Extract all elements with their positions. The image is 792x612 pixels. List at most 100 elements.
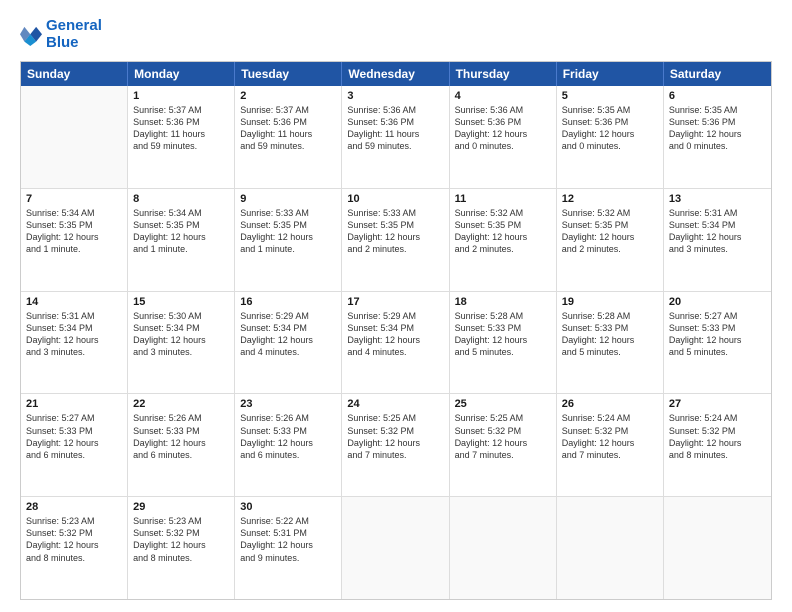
day-info: Sunrise: 5:37 AM Sunset: 5:36 PM Dayligh… <box>133 104 229 153</box>
day-info: Sunrise: 5:26 AM Sunset: 5:33 PM Dayligh… <box>133 412 229 461</box>
day-cell-2: 2 Sunrise: 5:37 AM Sunset: 5:36 PM Daylig… <box>235 86 342 188</box>
day-number: 6 <box>669 90 766 102</box>
day-number: 16 <box>240 296 336 308</box>
calendar-header: SundayMondayTuesdayWednesdayThursdayFrid… <box>21 62 771 86</box>
logo-text: General Blue <box>46 18 102 51</box>
week-row-3: 14 Sunrise: 5:31 AM Sunset: 5:34 PM Dayli… <box>21 292 771 395</box>
day-number: 7 <box>26 193 122 205</box>
day-number: 8 <box>133 193 229 205</box>
day-number: 4 <box>455 90 551 102</box>
day-number: 17 <box>347 296 443 308</box>
calendar-body: 1 Sunrise: 5:37 AM Sunset: 5:36 PM Daylig… <box>21 86 771 599</box>
day-info: Sunrise: 5:22 AM Sunset: 5:31 PM Dayligh… <box>240 515 336 564</box>
day-cell-empty <box>450 497 557 599</box>
day-cell-1: 1 Sunrise: 5:37 AM Sunset: 5:36 PM Daylig… <box>128 86 235 188</box>
page: General Blue SundayMondayTuesdayWednesda… <box>0 0 792 612</box>
day-number: 21 <box>26 398 122 410</box>
day-cell-empty <box>664 497 771 599</box>
day-cell-5: 5 Sunrise: 5:35 AM Sunset: 5:36 PM Daylig… <box>557 86 664 188</box>
day-cell-25: 25Sunrise: 5:25 AM Sunset: 5:32 PM Dayli… <box>450 394 557 496</box>
day-cell-22: 22 Sunrise: 5:26 AM Sunset: 5:33 PM Dayli… <box>128 394 235 496</box>
day-info: Sunrise: 5:24 AM Sunset: 5:32 PM Dayligh… <box>562 412 658 461</box>
day-info: Sunrise: 5:35 AM Sunset: 5:36 PM Dayligh… <box>669 104 766 153</box>
logo: General Blue <box>20 18 102 51</box>
day-info: Sunrise: 5:28 AM Sunset: 5:33 PM Dayligh… <box>562 310 658 359</box>
day-number: 24 <box>347 398 443 410</box>
day-cell-26: 26 Sunrise: 5:24 AM Sunset: 5:32 PM Dayli… <box>557 394 664 496</box>
day-cell-13: 13Sunrise: 5:31 AM Sunset: 5:34 PM Dayli… <box>664 189 771 291</box>
header-day-monday: Monday <box>128 62 235 86</box>
day-cell-15: 15 Sunrise: 5:30 AM Sunset: 5:34 PM Dayli… <box>128 292 235 394</box>
day-number: 2 <box>240 90 336 102</box>
week-row-4: 21Sunrise: 5:27 AM Sunset: 5:33 PM Dayli… <box>21 394 771 497</box>
day-number: 5 <box>562 90 658 102</box>
logo-icon <box>20 24 42 46</box>
header: General Blue <box>20 18 772 51</box>
day-number: 15 <box>133 296 229 308</box>
week-row-5: 28 Sunrise: 5:23 AM Sunset: 5:32 PM Dayli… <box>21 497 771 599</box>
day-number: 3 <box>347 90 443 102</box>
day-cell-7: 7 Sunrise: 5:34 AM Sunset: 5:35 PM Daylig… <box>21 189 128 291</box>
day-number: 29 <box>133 501 229 513</box>
day-cell-14: 14 Sunrise: 5:31 AM Sunset: 5:34 PM Dayli… <box>21 292 128 394</box>
day-info: Sunrise: 5:29 AM Sunset: 5:34 PM Dayligh… <box>240 310 336 359</box>
day-number: 9 <box>240 193 336 205</box>
header-day-wednesday: Wednesday <box>342 62 449 86</box>
day-cell-12: 12 Sunrise: 5:32 AM Sunset: 5:35 PM Dayli… <box>557 189 664 291</box>
day-cell-8: 8 Sunrise: 5:34 AM Sunset: 5:35 PM Daylig… <box>128 189 235 291</box>
day-number: 12 <box>562 193 658 205</box>
day-info: Sunrise: 5:23 AM Sunset: 5:32 PM Dayligh… <box>26 515 122 564</box>
day-info: Sunrise: 5:34 AM Sunset: 5:35 PM Dayligh… <box>133 207 229 256</box>
day-number: 11 <box>455 193 551 205</box>
day-cell-empty <box>557 497 664 599</box>
day-info: Sunrise: 5:37 AM Sunset: 5:36 PM Dayligh… <box>240 104 336 153</box>
header-day-thursday: Thursday <box>450 62 557 86</box>
day-cell-empty <box>21 86 128 188</box>
day-number: 30 <box>240 501 336 513</box>
day-number: 19 <box>562 296 658 308</box>
day-number: 28 <box>26 501 122 513</box>
day-info: Sunrise: 5:23 AM Sunset: 5:32 PM Dayligh… <box>133 515 229 564</box>
day-info: Sunrise: 5:26 AM Sunset: 5:33 PM Dayligh… <box>240 412 336 461</box>
day-cell-19: 19 Sunrise: 5:28 AM Sunset: 5:33 PM Dayli… <box>557 292 664 394</box>
day-cell-24: 24Sunrise: 5:25 AM Sunset: 5:32 PM Dayli… <box>342 394 449 496</box>
header-day-tuesday: Tuesday <box>235 62 342 86</box>
day-cell-28: 28 Sunrise: 5:23 AM Sunset: 5:32 PM Dayli… <box>21 497 128 599</box>
day-cell-11: 11 Sunrise: 5:32 AM Sunset: 5:35 PM Dayli… <box>450 189 557 291</box>
day-cell-3: 3 Sunrise: 5:36 AM Sunset: 5:36 PM Daylig… <box>342 86 449 188</box>
day-cell-23: 23Sunrise: 5:26 AM Sunset: 5:33 PM Dayli… <box>235 394 342 496</box>
day-info: Sunrise: 5:34 AM Sunset: 5:35 PM Dayligh… <box>26 207 122 256</box>
day-cell-17: 17Sunrise: 5:29 AM Sunset: 5:34 PM Dayli… <box>342 292 449 394</box>
day-info: Sunrise: 5:31 AM Sunset: 5:34 PM Dayligh… <box>26 310 122 359</box>
day-info: Sunrise: 5:27 AM Sunset: 5:33 PM Dayligh… <box>669 310 766 359</box>
day-info: Sunrise: 5:33 AM Sunset: 5:35 PM Dayligh… <box>347 207 443 256</box>
week-row-1: 1 Sunrise: 5:37 AM Sunset: 5:36 PM Daylig… <box>21 86 771 189</box>
header-day-sunday: Sunday <box>21 62 128 86</box>
day-number: 27 <box>669 398 766 410</box>
day-cell-18: 18 Sunrise: 5:28 AM Sunset: 5:33 PM Dayli… <box>450 292 557 394</box>
day-cell-21: 21Sunrise: 5:27 AM Sunset: 5:33 PM Dayli… <box>21 394 128 496</box>
day-cell-6: 6 Sunrise: 5:35 AM Sunset: 5:36 PM Daylig… <box>664 86 771 188</box>
day-number: 22 <box>133 398 229 410</box>
day-info: Sunrise: 5:32 AM Sunset: 5:35 PM Dayligh… <box>455 207 551 256</box>
day-number: 14 <box>26 296 122 308</box>
day-info: Sunrise: 5:24 AM Sunset: 5:32 PM Dayligh… <box>669 412 766 461</box>
day-number: 26 <box>562 398 658 410</box>
day-info: Sunrise: 5:36 AM Sunset: 5:36 PM Dayligh… <box>347 104 443 153</box>
day-number: 18 <box>455 296 551 308</box>
day-info: Sunrise: 5:28 AM Sunset: 5:33 PM Dayligh… <box>455 310 551 359</box>
day-info: Sunrise: 5:30 AM Sunset: 5:34 PM Dayligh… <box>133 310 229 359</box>
day-cell-9: 9 Sunrise: 5:33 AM Sunset: 5:35 PM Daylig… <box>235 189 342 291</box>
day-cell-10: 10 Sunrise: 5:33 AM Sunset: 5:35 PM Dayli… <box>342 189 449 291</box>
day-cell-4: 4Sunrise: 5:36 AM Sunset: 5:36 PM Daylig… <box>450 86 557 188</box>
day-number: 25 <box>455 398 551 410</box>
header-day-saturday: Saturday <box>664 62 771 86</box>
day-number: 1 <box>133 90 229 102</box>
day-cell-29: 29 Sunrise: 5:23 AM Sunset: 5:32 PM Dayli… <box>128 497 235 599</box>
day-number: 10 <box>347 193 443 205</box>
day-info: Sunrise: 5:35 AM Sunset: 5:36 PM Dayligh… <box>562 104 658 153</box>
day-cell-16: 16 Sunrise: 5:29 AM Sunset: 5:34 PM Dayli… <box>235 292 342 394</box>
day-info: Sunrise: 5:33 AM Sunset: 5:35 PM Dayligh… <box>240 207 336 256</box>
day-info: Sunrise: 5:32 AM Sunset: 5:35 PM Dayligh… <box>562 207 658 256</box>
week-row-2: 7 Sunrise: 5:34 AM Sunset: 5:35 PM Daylig… <box>21 189 771 292</box>
